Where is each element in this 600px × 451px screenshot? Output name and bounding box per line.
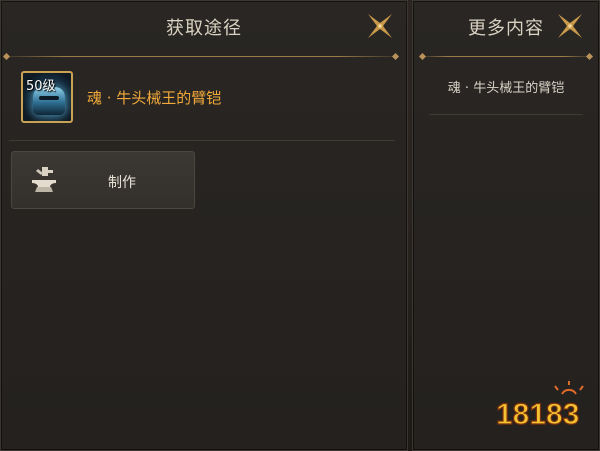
anvil-icon <box>28 165 60 195</box>
watermark-text: 18183 <box>496 398 579 431</box>
item-name: 魂 · 牛头械王的臂铠 <box>87 89 222 107</box>
acquisition-panel: 获取途径 50级 魂 · 牛头械王的臂铠 制作 <box>0 0 408 451</box>
close-more-content-panel-button[interactable] <box>555 11 585 41</box>
header-divider <box>423 56 589 57</box>
craft-button-label: 制作 <box>108 175 136 191</box>
more-content-item[interactable]: 魂 · 牛头械王的臂铠 <box>413 77 599 96</box>
item-divider <box>9 140 395 141</box>
level-badge: 50级 <box>26 79 56 94</box>
close-icon <box>558 14 582 38</box>
header-divider <box>7 56 395 57</box>
close-acquisition-panel-button[interactable] <box>365 11 395 41</box>
close-icon <box>368 14 392 38</box>
more-content-item-divider <box>429 114 583 115</box>
acquisition-panel-title: 获取途径 <box>166 18 242 39</box>
source-item-row: 50级 魂 · 牛头械王的臂铠 <box>21 71 387 127</box>
watermark-logo: 18183 <box>492 380 592 440</box>
armor-item-icon[interactable]: 50级 <box>21 71 73 123</box>
craft-button[interactable]: 制作 <box>11 151 195 209</box>
